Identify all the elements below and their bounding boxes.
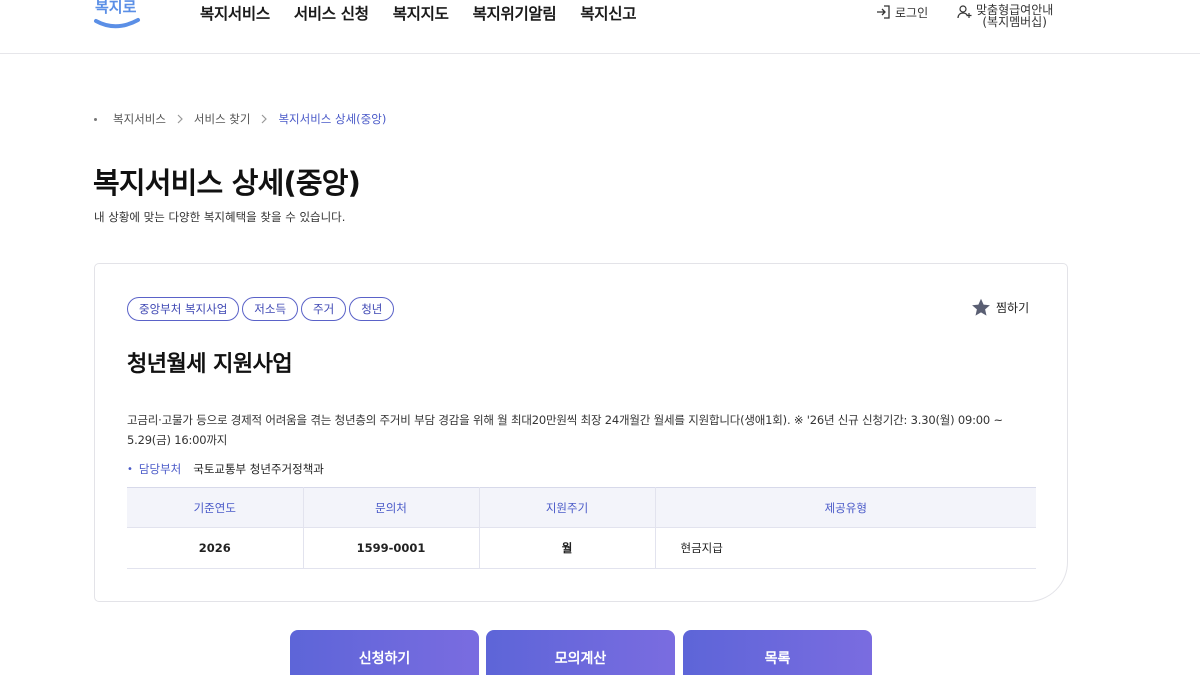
bullet-icon: • [127,463,133,475]
cell-contact: 1599-0001 [303,527,480,569]
department-label: 담당부처 [138,462,182,476]
login-link[interactable]: 로그인 [876,4,928,21]
bokjiro-logo[interactable]: 복지로 [92,0,142,34]
simulate-calculation-button[interactable]: 모의계산 [486,630,675,675]
breadcrumb-item-service-search[interactable]: 서비스 찾기 [194,111,251,127]
breadcrumb-item-current: 복지서비스 상세(중앙) [278,112,387,126]
site-header: 복지로 복지서비스 서비스 신청 복지지도 복지위기알림 복지신고 로그인 맞춤… [0,0,1200,54]
membership-link[interactable]: 맞춤형급여안내 (복지멤버십) [957,4,1053,28]
nav-crisis-alert[interactable]: 복지위기알림 [473,2,557,24]
header-contact: 문의처 [303,487,480,528]
breadcrumb-item-welfare-service[interactable]: 복지서비스 [113,111,166,127]
tag-youth: 청년 [349,297,395,321]
service-description: 고금리·고물가 등으로 경제적 어려움을 겪는 청년층의 주거비 부담 경감을 … [127,413,1003,447]
cell-provision-type: 현금지급 [655,527,1036,569]
login-icon [876,5,891,19]
department-value: 국토교통부 청년주거정책과 [193,462,324,476]
service-detail-card: 중앙부처 복지사업 저소득 주거 청년 찜하기 청년월세 지원사업 고금리·고물… [94,263,1068,602]
service-info-table: 기준연도 문의처 지원주기 제공유형 2026 1599-0001 월 현금지급 [127,487,1036,569]
star-icon [972,298,990,316]
membership-label: 맞춤형급여안내 (복지멤버십) [976,4,1053,28]
breadcrumb: 복지서비스 서비스 찾기 복지서비스 상세(중앙) [94,111,386,127]
bookmark-button[interactable]: 찜하기 [971,298,1029,317]
service-tags: 중앙부처 복지사업 저소득 주거 청년 [127,297,397,321]
department-info: • 담당부처 국토교통부 청년주거정책과 [127,461,324,477]
apply-button[interactable]: 신청하기 [290,630,479,675]
nav-welfare-service[interactable]: 복지서비스 [200,2,270,24]
page-title: 복지서비스 상세(중앙) [93,166,361,200]
bookmark-label: 찜하기 [996,301,1030,315]
list-button[interactable]: 목록 [683,630,872,675]
logo-text: 복지로 [95,0,137,16]
cell-base-year: 2026 [127,527,304,569]
tag-central-ministry: 중앙부처 복지사업 [127,297,240,321]
chevron-right-icon [177,114,183,124]
tag-housing: 주거 [301,297,347,321]
nav-service-apply[interactable]: 서비스 신청 [294,2,369,24]
header-provision-type: 제공유형 [655,487,1036,528]
header-base-year: 기준연도 [127,487,304,528]
chevron-right-icon [262,114,268,124]
tag-low-income: 저소득 [242,297,299,321]
page-description: 내 상황에 맞는 다양한 복지혜택을 찾을 수 있습니다. [94,210,346,224]
membership-line2: (복지멤버십) [982,15,1047,29]
service-title: 청년월세 지원사업 [127,352,293,377]
nav-welfare-report[interactable]: 복지신고 [580,2,636,24]
home-dot-icon [94,117,97,121]
table-row: 2026 1599-0001 월 현금지급 [127,527,1036,569]
cell-support-cycle: 월 [479,527,656,569]
header-support-cycle: 지원주기 [479,487,656,528]
login-label: 로그인 [895,6,929,20]
user-plus-icon [957,5,972,19]
main-nav: 복지서비스 서비스 신청 복지지도 복지위기알림 복지신고 [200,2,660,24]
table-header-row: 기준연도 문의처 지원주기 제공유형 [127,487,1036,528]
nav-welfare-map[interactable]: 복지지도 [393,2,449,24]
